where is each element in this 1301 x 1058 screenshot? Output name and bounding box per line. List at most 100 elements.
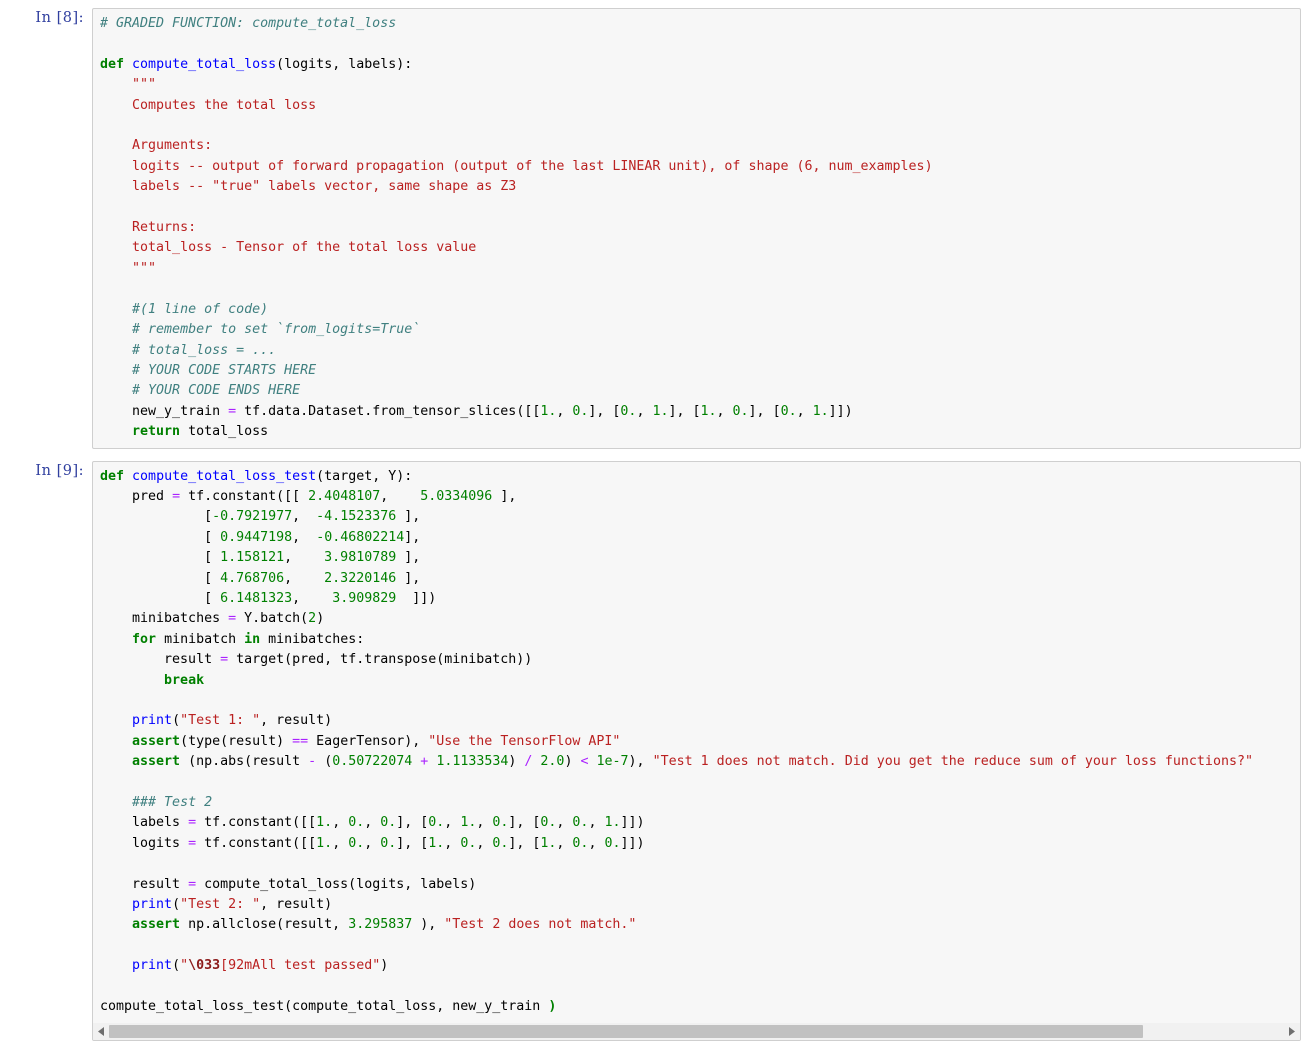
function-name-compute-total-loss-test: compute_total_loss_test [132, 468, 317, 484]
logits-v8: 0. [604, 835, 621, 851]
cell-2-code[interactable]: def compute_total_loss_test(target, Y): … [93, 462, 1300, 1023]
print3-paren: ( [172, 958, 181, 974]
call-target: target(pred, tf.transpose(minibatch)) [228, 652, 533, 668]
operator-less-than: < [580, 754, 589, 770]
keyword-assert-3: assert [132, 917, 181, 933]
def-args-2: (target, Y): [316, 468, 413, 484]
sep-1: , [556, 403, 573, 419]
sep-5: , [716, 403, 733, 419]
var-pred: pred [100, 488, 173, 504]
assert2-num-1: 0.50722074 [332, 754, 413, 770]
jupyter-notebook: In [8]: # GRADED FUNCTION: compute_total… [0, 0, 1301, 1058]
assert3-expected-value: 3.295837 [348, 917, 413, 933]
call-tf-constant-pred: tf.constant([[ [180, 488, 309, 504]
docstring-line-computes: Computes the total loss [132, 97, 317, 113]
print1-paren: ( [172, 713, 181, 729]
cell-1-code[interactable]: # GRADED FUNCTION: compute_total_loss de… [93, 9, 1300, 448]
cell-spacer [0, 449, 1301, 461]
final-call-close-paren: ) [548, 999, 557, 1015]
keyword-for: for [132, 631, 157, 647]
pred-r4c2: 3.9810789 [324, 550, 397, 566]
assert2-c: ) [508, 754, 525, 770]
logits-v2: 0. [380, 835, 397, 851]
labels-v0: 1. [316, 815, 333, 831]
horizontal-scrollbar[interactable] [93, 1022, 1300, 1040]
print-call-2: print [100, 897, 173, 913]
pred-r4c1: 1.158121 [220, 550, 285, 566]
logits-v5: 0. [492, 835, 509, 851]
print2-paren: ( [172, 897, 181, 913]
sep-2: ], [ [588, 403, 621, 419]
assert2-num-4: 1e-7 [596, 754, 629, 770]
assert1-expr: (type(result) [180, 733, 293, 749]
cell-1-prompt[interactable]: In [8]: [0, 8, 92, 28]
pred-r5c2: 2.3220146 [324, 570, 397, 586]
keyword-return: return [132, 424, 181, 440]
print3-end: ) [380, 958, 389, 974]
cell-1-input-area[interactable]: # GRADED FUNCTION: compute_total_loss de… [92, 8, 1301, 449]
comment-code-starts-here: # YOUR CODE STARTS HERE [132, 362, 317, 378]
assert3-expr2: ), [412, 917, 445, 933]
labels-v4: 1. [460, 815, 477, 831]
operator-minus: - [308, 754, 317, 770]
print1-string: "Test 1: " [180, 713, 261, 729]
num-8: 1. [812, 403, 829, 419]
function-name-compute-total-loss: compute_total_loss [132, 56, 277, 72]
scrollbar-track[interactable] [109, 1023, 1284, 1040]
pred-r5c1: 4.768706 [220, 570, 285, 586]
print3-quote-open: " [180, 958, 189, 974]
labels-v3: 0. [428, 815, 445, 831]
call-y-batch: Y.batch( [236, 611, 309, 627]
logits-v6: 1. [540, 835, 557, 851]
cell-2-input-area[interactable]: def compute_total_loss_test(target, Y): … [92, 460, 1301, 1041]
labels-v1: 0. [348, 815, 365, 831]
assert2-message: "Test 1 does not match. Did you get the … [652, 754, 1253, 770]
for-iterable: minibatches: [260, 631, 365, 647]
num-3: 0. [620, 403, 637, 419]
operator-assign-pred: = [172, 488, 181, 504]
pred-r3c1: 0.9447198 [220, 529, 293, 545]
docstring-line-logits: logits -- output of forward propagation … [132, 158, 933, 174]
var-new-y-train: new_y_train [132, 403, 229, 419]
pred-r2c2: -4.1523376 [316, 509, 397, 525]
final-call-name: compute_total_loss_test [100, 999, 285, 1015]
keyword-in: in [244, 631, 261, 647]
docstring-line-total-loss: total_loss - Tensor of the total loss va… [132, 240, 477, 256]
docstring-close: """ [132, 260, 157, 276]
sep-3: , [636, 403, 653, 419]
num-2: 0. [572, 403, 589, 419]
assert2-e: ), [628, 754, 653, 770]
operator-assign-result: = [220, 652, 229, 668]
return-value: total_loss [180, 424, 269, 440]
num-7: 0. [780, 403, 797, 419]
final-call-open-paren: ( [284, 999, 293, 1015]
print2-end: , result) [260, 897, 333, 913]
cell-2-prompt[interactable]: In [9]: [0, 461, 92, 481]
sep-7: , [796, 403, 813, 419]
sep-8: ]]) [828, 403, 853, 419]
assert2-a: (np.abs(result [180, 754, 309, 770]
comment-one-line-of-code: #(1 line of code) [132, 301, 269, 317]
code-comment-graded-function: # GRADED FUNCTION: compute_total_loss [100, 16, 397, 31]
keyword-break: break [164, 672, 205, 688]
pred-r6c2: 3.909829 [332, 590, 397, 606]
logits-v3: 1. [428, 835, 445, 851]
print-call-1: print [100, 713, 173, 729]
assert1-expr2: EagerTensor), [308, 733, 429, 749]
comment-total-loss-ellipsis: # total_loss = ... [132, 342, 277, 358]
scroll-left-arrow-icon[interactable] [93, 1023, 109, 1040]
scrollbar-thumb[interactable] [109, 1025, 1143, 1038]
call-tf-constant-logits: tf.constant([[ [196, 835, 317, 851]
operator-assign-logits: = [188, 835, 197, 851]
scroll-right-arrow-icon[interactable] [1284, 1023, 1300, 1040]
top-spacer [0, 0, 1301, 8]
labels-v6: 0. [540, 815, 557, 831]
var-result-2: result [100, 876, 189, 892]
num-5: 1. [700, 403, 717, 419]
labels-v7: 0. [572, 815, 589, 831]
logits-v7: 0. [572, 835, 589, 851]
call-compute-total-loss: compute_total_loss(logits, labels) [196, 876, 477, 892]
keyword-def: def [100, 56, 125, 72]
operator-eq-eq: == [292, 733, 309, 749]
escape-sequence-033: \033 [188, 958, 221, 974]
